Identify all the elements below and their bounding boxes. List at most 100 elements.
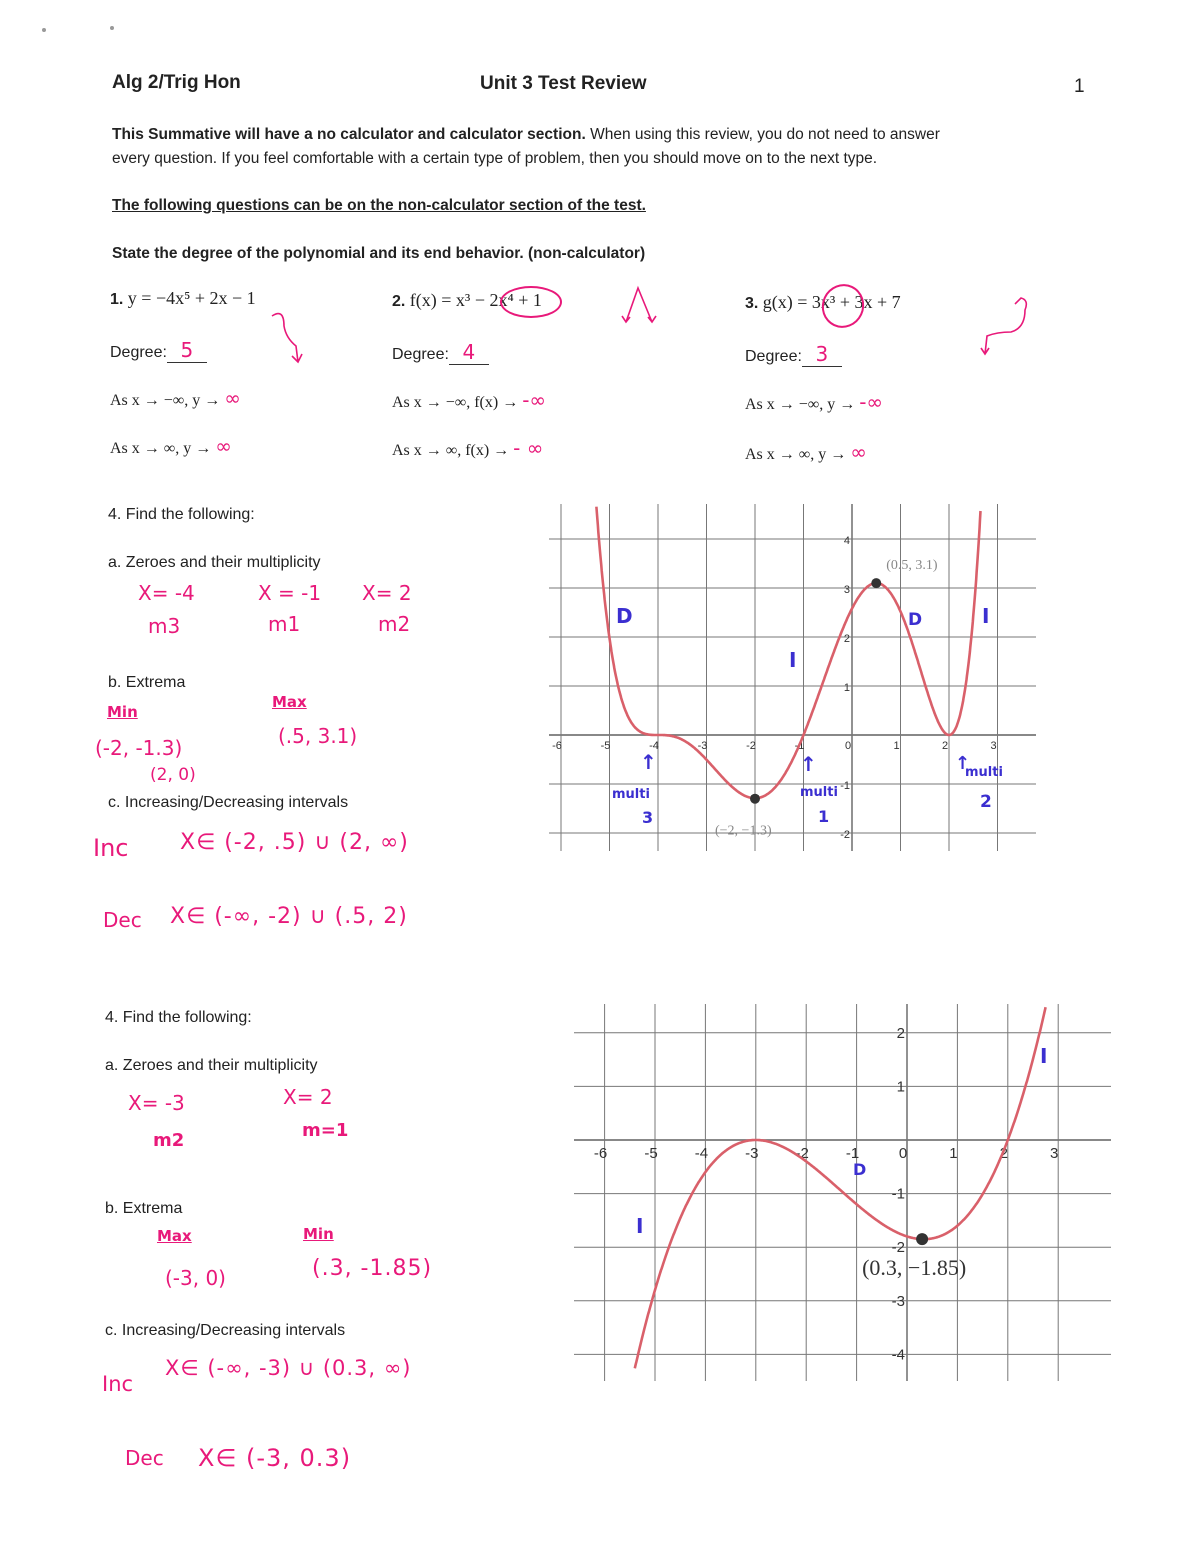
y-tick-label: -1 (892, 1186, 905, 1203)
x-tick-label: -5 (644, 1145, 657, 1162)
intro-rest: When using this review, you do not need … (585, 126, 940, 143)
page-title: Unit 3 Test Review (480, 73, 647, 94)
decreasing-label: Dec (125, 1446, 164, 1470)
intro-line-1: This Summative will have a no calculator… (112, 123, 940, 147)
x-tick-label: -5 (601, 740, 611, 752)
min-value: (2, 0) (150, 765, 196, 785)
x-tick-label: 0 (845, 740, 851, 752)
degree-answer: 4 (448, 340, 489, 365)
min-label: Min (107, 703, 138, 721)
zero-multiplicity: m2 (153, 1130, 185, 1151)
degree-answer: 3 (801, 342, 842, 367)
end-behavior-answer: ∞ (224, 386, 241, 410)
decreasing-annotation: D (616, 604, 633, 628)
end-behavior-answer: -∞ (859, 390, 884, 414)
end-behavior-right: As x → ∞, y → ∞ (110, 434, 232, 458)
course-name: Alg 2/Trig Hon (112, 72, 241, 93)
x-tick-label: -3 (698, 740, 708, 752)
x-tick-label: -2 (746, 740, 756, 752)
end-behavior-label: As x → −∞, f(x) → (392, 394, 519, 411)
degree-line: Degree: 4 (392, 340, 489, 365)
x-tick-label: 3 (990, 740, 996, 752)
extrema-label: b. Extrema (105, 1200, 183, 1217)
problem-number: 1. (110, 291, 124, 308)
extremum-point (916, 1233, 929, 1246)
increasing-label: Inc (93, 834, 129, 862)
end-behavior-left: As x → −∞, y → -∞ (745, 390, 883, 414)
degree-label: Degree: (392, 346, 449, 363)
degree-answer: 5 (166, 338, 207, 363)
y-tick-label: 1 (897, 1078, 905, 1095)
decreasing-interval: X∈ (-3, 0.3) (198, 1444, 352, 1472)
min-label: Min (303, 1225, 334, 1243)
extremum-label: (0.5, 3.1) (886, 558, 938, 573)
extremum-label: (−2, −1.3) (715, 824, 772, 839)
extremum-point (871, 578, 882, 589)
y-tick-label: -4 (892, 1346, 905, 1363)
zero-multiplicity: m3 (148, 614, 181, 638)
end-behavior-sketch (621, 285, 657, 324)
scan-speck (110, 26, 114, 30)
degree-label: Degree: (745, 348, 802, 365)
intervals-label: c. Increasing/Decreasing intervals (105, 1322, 346, 1339)
degree-line: Degree: 5 (110, 338, 207, 363)
end-behavior-label: As x → −∞, y → (110, 392, 221, 409)
max-value: (-3, 0) (165, 1266, 226, 1290)
x-tick-label: 1 (949, 1145, 957, 1162)
degree-label: Degree: (110, 344, 167, 361)
x-tick-label: 1 (893, 740, 899, 752)
y-tick-label: 3 (844, 584, 850, 596)
end-behavior-label: As x → ∞, f(x) → (392, 442, 510, 459)
y-tick-label: -2 (892, 1239, 905, 1256)
end-behavior-right: As x → ∞, y → ∞ (745, 440, 867, 464)
degree-line: Degree: 3 (745, 342, 842, 367)
multiplicity-annotation: multi (612, 787, 650, 802)
decreasing-label: Dec (103, 908, 142, 932)
instruction: State the degree of the polynomial and i… (112, 245, 646, 262)
zero-value: X= -4 (138, 581, 195, 605)
zero-multiplicity: m=1 (302, 1120, 349, 1141)
end-behavior-right: As x → ∞, f(x) → - ∞ (392, 436, 543, 460)
arrow-annotation: ↑ (640, 750, 657, 774)
x-tick-label: 0 (899, 1145, 907, 1162)
multiplicity-annotation: multi (800, 785, 838, 800)
end-behavior-label: As x → ∞, y → (110, 440, 212, 457)
max-label: Max (157, 1227, 192, 1245)
x-tick-label: -6 (552, 740, 562, 752)
increasing-interval: X∈ (-2, .5) ∪ (2, ∞) (180, 830, 409, 855)
increasing-label: Inc (102, 1372, 134, 1396)
increasing-annotation: I (982, 604, 990, 628)
zero-value: X= -3 (128, 1091, 185, 1115)
multiplicity-value: 1 (818, 807, 830, 826)
y-tick-label: 1 (844, 682, 850, 694)
x-tick-label: 3 (1050, 1145, 1058, 1162)
polynomial-curve (633, 1006, 1047, 1369)
end-behavior-left: As x → −∞, y → ∞ (110, 386, 241, 410)
x-tick-label: -6 (594, 1145, 607, 1162)
y-tick-label: -3 (892, 1293, 905, 1310)
decreasing-annotation: D (853, 1160, 867, 1179)
end-behavior-answer: ∞ (850, 440, 867, 464)
zeros-label: a. Zeroes and their multiplicity (105, 1057, 318, 1074)
scan-speck (42, 28, 46, 32)
end-behavior-label: As x → −∞, y → (745, 396, 856, 413)
question-4-title: 4. Find the following: (105, 1009, 252, 1026)
increasing-annotation: I (1040, 1044, 1048, 1068)
end-behavior-left: As x → −∞, f(x) → -∞ (392, 388, 546, 412)
x-tick-label: 2 (942, 740, 948, 752)
page-number: 1 (1074, 76, 1085, 97)
decreasing-interval: X∈ (-∞, -2) ∪ (.5, 2) (170, 904, 408, 929)
increasing-interval: X∈ (-∞, -3) ∪ (0.3, ∞) (165, 1356, 412, 1380)
max-value: (.5, 3.1) (278, 724, 358, 748)
end-behavior-sketch (980, 297, 1028, 356)
extremum-point (750, 793, 760, 804)
question-4-title: 4. Find the following: (108, 506, 255, 523)
zero-multiplicity: m1 (268, 612, 301, 636)
extrema-label: b. Extrema (108, 674, 186, 691)
y-tick-label: -1 (840, 780, 850, 792)
zero-value: X= 2 (283, 1085, 333, 1109)
end-behavior-answer: ∞ (215, 434, 232, 458)
extremum-label: (0.3, −1.85) (862, 1255, 966, 1280)
x-tick-label: -3 (745, 1145, 758, 1162)
circled-leading-term (500, 286, 562, 318)
